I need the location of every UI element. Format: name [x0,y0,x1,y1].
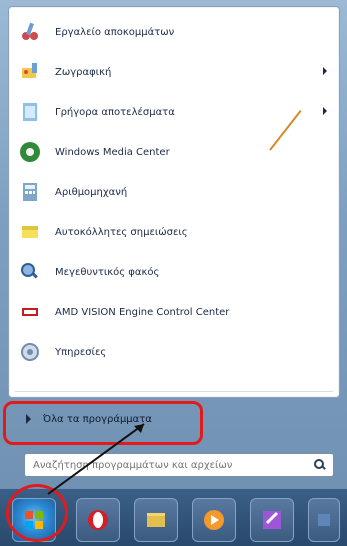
search-icon[interactable] [313,457,327,471]
amd-icon [15,297,45,327]
menu-item-label: Μεγεθυντικός φακός [55,266,160,278]
menu-item-sticky-notes[interactable]: Αυτοκόλλητες σημειώσεις [15,215,333,249]
tools-icon[interactable] [250,498,294,542]
start-menu-panel: Εργαλείο αποκομμάτων Ζωγραφική Γρήγορα α… [8,6,340,398]
search-box[interactable] [24,453,334,477]
menu-item-label: Αυτοκόλλητες σημειώσεις [55,226,188,238]
highlight-rectangle [3,401,203,445]
start-highlight-circle [6,484,68,542]
menu-divider [15,391,333,392]
extra-icon[interactable] [308,498,340,542]
sticky-notes-icon [15,97,45,127]
menu-item-label: Γρήγορα αποτελέσματα [55,106,175,118]
opera-icon[interactable] [76,498,120,542]
magnifier-icon [15,257,45,287]
submenu-arrow-icon [323,67,327,75]
notes-icon [15,217,45,247]
menu-item-paint[interactable]: Ζωγραφική [15,55,333,89]
menu-item-label: Αριθμομηχανή [55,186,128,198]
menu-item-label: Εργαλείο αποκομμάτων [55,26,175,38]
menu-item-label: AMD VISION Engine Control Center [55,306,230,318]
menu-item-amd-vision[interactable]: AMD VISION Engine Control Center [15,295,333,329]
menu-item-calculator[interactable]: Αριθμομηχανή [15,175,333,209]
menu-item-media-center[interactable]: Windows Media Center [15,135,333,169]
search-input[interactable] [25,458,305,472]
menu-item-label: Ζωγραφική [55,66,112,78]
submenu-arrow-icon [323,107,327,115]
menu-item-label: Windows Media Center [55,146,170,158]
menu-item-magnifier[interactable]: Μεγεθυντικός φακός [15,255,333,289]
scissors-icon [15,17,45,47]
explorer-icon[interactable] [134,498,178,542]
menu-item-snipping-tool[interactable]: Εργαλείο αποκομμάτων [15,15,333,49]
media-center-icon [15,137,45,167]
media-player-icon[interactable] [192,498,236,542]
paint-icon [15,57,45,87]
menu-item-label: Υπηρεσίες [55,346,107,358]
menu-item-quick-results[interactable]: Γρήγορα αποτελέσματα [15,95,333,129]
calculator-icon [15,177,45,207]
services-icon [15,337,45,367]
menu-item-services[interactable]: Υπηρεσίες [15,335,333,369]
